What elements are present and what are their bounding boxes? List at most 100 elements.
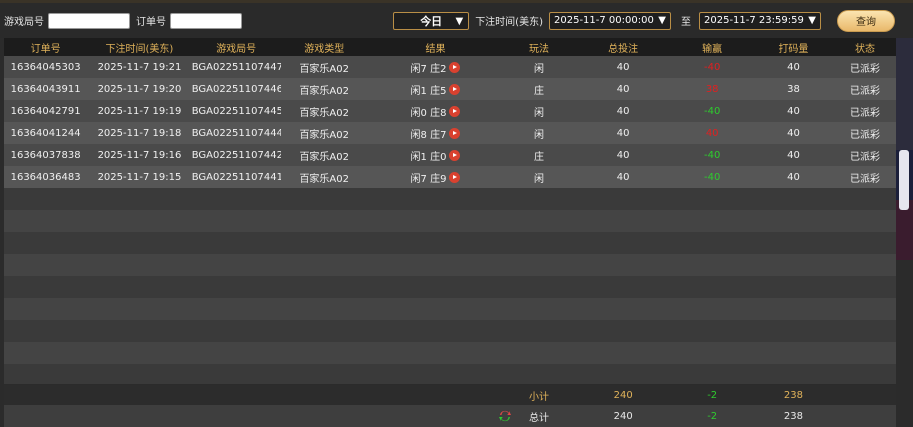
- table-row: 16364036483 2025-11-7 19:15 BGA022511074…: [4, 166, 896, 188]
- header-order: 订单号: [30, 43, 61, 55]
- order-input[interactable]: [170, 12, 242, 29]
- table-empty-area: [4, 188, 896, 384]
- play-cell: 庄: [534, 151, 544, 163]
- win-cell: -40: [704, 105, 721, 117]
- play-icon[interactable]: [449, 149, 461, 161]
- win-cell: -40: [704, 61, 721, 73]
- play-icon[interactable]: [449, 127, 461, 139]
- play-cell: 闲: [534, 173, 544, 185]
- end-time-select[interactable]: 2025-11-7 23:59:59 ▼: [699, 11, 821, 30]
- subtotal-label: 小计: [529, 391, 549, 403]
- play-cell: 庄: [534, 85, 544, 97]
- subtotal-row: 小计 240 -2 238: [4, 385, 896, 405]
- table-row: 16364043911 2025-11-7 19:20 BGA022511074…: [4, 78, 896, 100]
- play-icon[interactable]: [449, 83, 461, 95]
- total-label: 总计: [529, 412, 549, 424]
- status-cell: 已派彩: [850, 151, 881, 163]
- round-cell: BGA02251107445: [191, 105, 281, 117]
- header-result: 结果: [425, 43, 446, 55]
- time-cell: 2025-11-7 19:16: [97, 149, 182, 161]
- bet-cell: 40: [616, 171, 630, 183]
- table-body: 16364045303 2025-11-7 19:21 BGA022511074…: [4, 56, 896, 188]
- type-cell: 百家乐A02: [299, 63, 350, 75]
- result-text: 闲8 庄7: [410, 129, 447, 141]
- subtotal-win: -2: [707, 389, 718, 401]
- play-cell: 闲: [534, 63, 544, 75]
- wash-cell: 40: [787, 61, 800, 73]
- play-icon[interactable]: [449, 105, 461, 117]
- bet-cell: 40: [616, 149, 630, 161]
- type-cell: 百家乐A02: [299, 151, 350, 163]
- status-cell: 已派彩: [850, 85, 881, 97]
- total-win: -2: [707, 410, 718, 422]
- order-cell: 16364042791: [10, 105, 81, 117]
- to-label: 至: [681, 17, 691, 28]
- start-time-value: 2025-11-7 00:00:00: [554, 15, 654, 26]
- header-wash: 打码量: [778, 43, 809, 55]
- result-text: 闲1 庄5: [410, 85, 447, 97]
- range-select-value: 今日: [420, 14, 443, 28]
- order-cell: 16364043911: [10, 83, 81, 95]
- refresh-icon[interactable]: [498, 409, 512, 423]
- type-cell: 百家乐A02: [299, 107, 350, 119]
- header-time: 下注时间(美东): [105, 43, 174, 55]
- wash-cell: 38: [787, 83, 800, 95]
- play-icon[interactable]: [449, 171, 461, 183]
- time-cell: 2025-11-7 19:20: [97, 83, 182, 95]
- play-icon[interactable]: [449, 61, 461, 73]
- win-cell: -40: [704, 149, 721, 161]
- bet-cell: 40: [616, 83, 630, 95]
- subtotal-bet: 240: [613, 389, 633, 401]
- round-cell: BGA02251107441: [191, 171, 281, 183]
- result-cell: 闲7 庄9: [368, 170, 503, 185]
- chevron-down-icon: ▼: [658, 14, 666, 26]
- bet-cell: 40: [616, 105, 630, 117]
- start-time-select[interactable]: 2025-11-7 00:00:00 ▼: [549, 11, 671, 30]
- result-text: 闲7 庄9: [410, 173, 447, 185]
- chevron-down-icon: ▼: [808, 14, 816, 26]
- subtotal-wash: 238: [783, 389, 803, 401]
- wash-cell: 40: [787, 127, 800, 139]
- header-status: 状态: [855, 43, 876, 55]
- bet-cell: 40: [616, 61, 630, 73]
- result-cell: 闲0 庄8: [368, 104, 503, 119]
- time-cell: 2025-11-7 19:19: [97, 105, 182, 117]
- type-cell: 百家乐A02: [299, 129, 350, 141]
- status-cell: 已派彩: [850, 63, 881, 75]
- result-cell: 闲1 庄5: [368, 82, 503, 97]
- round-cell: BGA02251107446: [191, 83, 281, 95]
- wash-cell: 40: [787, 171, 800, 183]
- wash-cell: 40: [787, 149, 800, 161]
- table-header: 订单号 下注时间(美东) 游戏局号 游戏类型 结果 玩法 总投注 输赢 打码量 …: [4, 38, 896, 56]
- play-cell: 闲: [534, 129, 544, 141]
- filter-bar: 游戏局号 订单号 今日 ▼ 下注时间(美东) 2025-11-7 00:00:0…: [0, 0, 913, 38]
- round-cell: BGA02251107442: [191, 149, 281, 161]
- result-text: 闲1 庄0: [410, 151, 447, 163]
- order-label: 订单号: [136, 17, 166, 28]
- table-row: 16364042791 2025-11-7 19:19 BGA022511074…: [4, 100, 896, 122]
- type-cell: 百家乐A02: [299, 85, 350, 97]
- header-play: 玩法: [529, 43, 549, 55]
- round-cell: BGA02251107444: [191, 127, 281, 139]
- total-row: 总计 240 -2 238: [4, 405, 896, 427]
- result-cell: 闲1 庄0: [368, 148, 503, 163]
- range-select[interactable]: 今日 ▼: [393, 11, 470, 30]
- round-input[interactable]: [48, 12, 130, 29]
- time-label: 下注时间(美东): [475, 17, 543, 28]
- total-bet: 240: [613, 410, 633, 422]
- play-cell: 闲: [534, 107, 544, 119]
- bet-cell: 40: [616, 127, 630, 139]
- query-button[interactable]: 查询: [837, 9, 895, 32]
- table-row: 16364041244 2025-11-7 19:18 BGA022511074…: [4, 122, 896, 144]
- type-cell: 百家乐A02: [299, 173, 350, 185]
- result-cell: 闲8 庄7: [368, 126, 503, 141]
- win-cell: 40: [705, 127, 719, 139]
- header-win: 输赢: [702, 43, 723, 55]
- order-cell: 16364045303: [10, 61, 81, 73]
- time-cell: 2025-11-7 19:15: [97, 171, 182, 183]
- status-cell: 已派彩: [850, 173, 881, 185]
- side-background-art: [896, 0, 913, 427]
- time-cell: 2025-11-7 19:21: [97, 61, 182, 73]
- round-label: 游戏局号: [4, 17, 44, 28]
- result-text: 闲7 庄2: [410, 63, 447, 75]
